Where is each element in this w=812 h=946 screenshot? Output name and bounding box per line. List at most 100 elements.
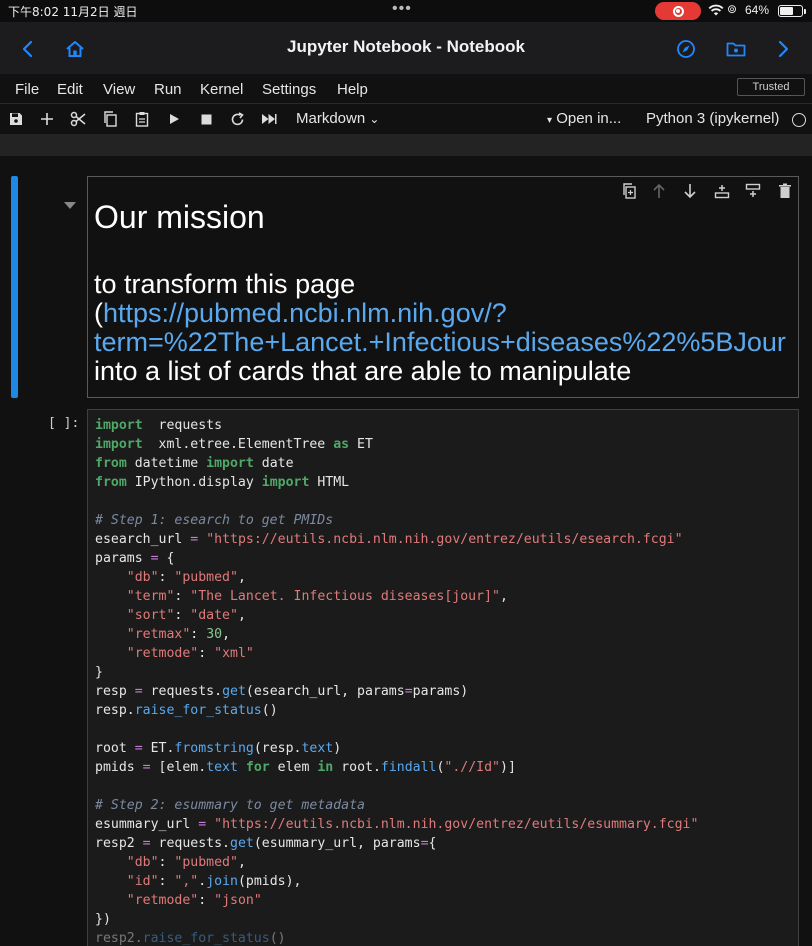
folder-icon[interactable] xyxy=(725,38,747,60)
menu-edit[interactable]: Edit xyxy=(57,81,83,98)
code-token: root xyxy=(95,741,135,756)
code-token: = xyxy=(404,684,413,699)
trusted-badge[interactable]: Trusted xyxy=(737,78,805,96)
add-cell-icon[interactable] xyxy=(39,111,55,127)
status-bar: 下午8:02 11月2日 週日 ••• ⊚ 64% xyxy=(0,0,812,22)
code-token: params xyxy=(95,551,151,566)
open-in-menu[interactable]: ▾ Open in... xyxy=(547,110,621,127)
code-token: () xyxy=(261,703,278,718)
code-token: : xyxy=(198,646,215,661)
menu-settings[interactable]: Settings xyxy=(262,81,316,98)
code-token: "json" xyxy=(214,893,262,908)
code-token: = xyxy=(142,760,151,775)
run-icon[interactable] xyxy=(166,111,182,127)
orientation-lock-icon: ⊚ xyxy=(727,2,738,16)
code-line: # Step 1: esearch to get PMIDs xyxy=(95,511,698,530)
wifi-icon xyxy=(708,3,724,20)
code-line: from datetime import date xyxy=(95,454,698,473)
paste-icon[interactable] xyxy=(134,111,150,127)
code-line: esearch_url = "https://eutils.ncbi.nlm.n… xyxy=(95,530,698,549)
collapse-caret-icon[interactable] xyxy=(64,202,76,209)
move-up-icon[interactable] xyxy=(650,182,668,200)
pubmed-link-part-2[interactable]: term=%22The+Lancet.+Infectious+diseases%… xyxy=(94,328,786,357)
fast-forward-icon[interactable] xyxy=(261,111,277,127)
insert-below-icon[interactable] xyxy=(744,182,762,200)
code-token: resp2. xyxy=(95,931,143,946)
delete-cell-icon[interactable] xyxy=(776,182,794,200)
code-token: )] xyxy=(500,760,516,775)
menu-kernel[interactable]: Kernel xyxy=(200,81,243,98)
code-line: params = { xyxy=(95,549,698,568)
insert-above-icon[interactable] xyxy=(713,182,731,200)
code-token: : xyxy=(174,608,191,623)
code-token: raise_for_status xyxy=(142,931,270,946)
restart-icon[interactable] xyxy=(229,111,245,127)
stop-icon[interactable] xyxy=(198,111,214,127)
battery-percent: 64% xyxy=(745,3,770,17)
move-down-icon[interactable] xyxy=(681,182,699,200)
forward-icon[interactable] xyxy=(773,38,795,60)
code-line: from IPython.display import HTML xyxy=(95,473,698,492)
code-token: resp xyxy=(95,684,135,699)
cut-icon[interactable] xyxy=(70,111,86,127)
duplicate-cell-icon[interactable] xyxy=(620,182,638,200)
code-token: from xyxy=(95,456,127,471)
kernel-name[interactable]: Python 3 (ipykernel) xyxy=(646,110,779,127)
multitasking-dots-icon[interactable]: ••• xyxy=(392,0,412,18)
menu-run[interactable]: Run xyxy=(154,81,182,98)
cell-type-label: Markdown xyxy=(296,110,366,127)
paragraph-line-4: into a list of cards that are able to ma… xyxy=(94,356,632,386)
code-token: , xyxy=(499,589,508,604)
caret-down-icon: ▾ xyxy=(547,115,553,126)
code-line: resp.raise_for_status() xyxy=(95,701,698,720)
pubmed-link-part-1[interactable]: https://pubmed.ncbi.nlm.nih.gov/? xyxy=(103,298,507,328)
markdown-cell[interactable]: Our mission to transform this page (http… xyxy=(87,176,799,398)
code-token: : xyxy=(190,627,207,642)
code-token: = xyxy=(134,741,143,756)
code-token: ) xyxy=(333,741,342,756)
save-icon[interactable] xyxy=(8,111,24,127)
code-token: text xyxy=(206,760,238,775)
menu-view[interactable]: View xyxy=(103,81,135,98)
code-token: "date" xyxy=(190,608,238,623)
code-line: resp2 = requests.get(esummary_url, param… xyxy=(95,834,698,853)
copy-icon[interactable] xyxy=(102,111,118,127)
code-token: "sort" xyxy=(126,608,175,623)
code-token: = xyxy=(142,836,151,851)
screen-recording-icon[interactable] xyxy=(655,2,701,20)
menu-help[interactable]: Help xyxy=(337,81,368,98)
compass-icon[interactable] xyxy=(675,38,697,60)
code-token: raise_for_status xyxy=(134,703,262,718)
code-token: = xyxy=(198,817,207,832)
code-token: elem xyxy=(269,760,318,775)
code-token: = xyxy=(420,836,429,851)
cell-type-select[interactable]: Markdown ⌄ xyxy=(296,110,379,127)
code-token: , xyxy=(222,627,231,642)
code-token: get xyxy=(222,684,246,699)
code-token: IPython.display xyxy=(126,475,262,490)
status-time: 下午8:02 11月2日 週日 xyxy=(8,5,138,19)
code-token: resp2 xyxy=(95,836,143,851)
code-token: import xyxy=(95,437,143,452)
code-cell[interactable]: import requests import xml.etree.ElementT… xyxy=(87,409,799,946)
code-line: resp2.raise_for_status() xyxy=(95,929,698,946)
cell-paragraph: to transform this page (https://pubmed.n… xyxy=(94,270,786,386)
code-token: , xyxy=(237,608,246,623)
active-cell-indicator[interactable] xyxy=(11,176,18,398)
code-token: "https://eutils.ncbi.nlm.nih.gov/entrez/… xyxy=(206,532,683,547)
code-token: : xyxy=(198,893,215,908)
code-token: "pubmed" xyxy=(174,570,238,585)
code-token: "," xyxy=(174,874,199,889)
code-line: esummary_url = "https://eutils.ncbi.nlm.… xyxy=(95,815,698,834)
code-token: (pmids), xyxy=(237,874,302,889)
code-token: from xyxy=(95,475,127,490)
code-line: } xyxy=(95,663,698,682)
menu-file[interactable]: File xyxy=(15,81,39,98)
menu-bar: File Edit View Run Kernel Settings Help xyxy=(0,74,812,104)
code-token: import xyxy=(206,456,254,471)
code-editor[interactable]: import requests import xml.etree.ElementT… xyxy=(95,416,698,946)
code-token: : xyxy=(158,570,175,585)
code-token: . xyxy=(198,874,207,889)
